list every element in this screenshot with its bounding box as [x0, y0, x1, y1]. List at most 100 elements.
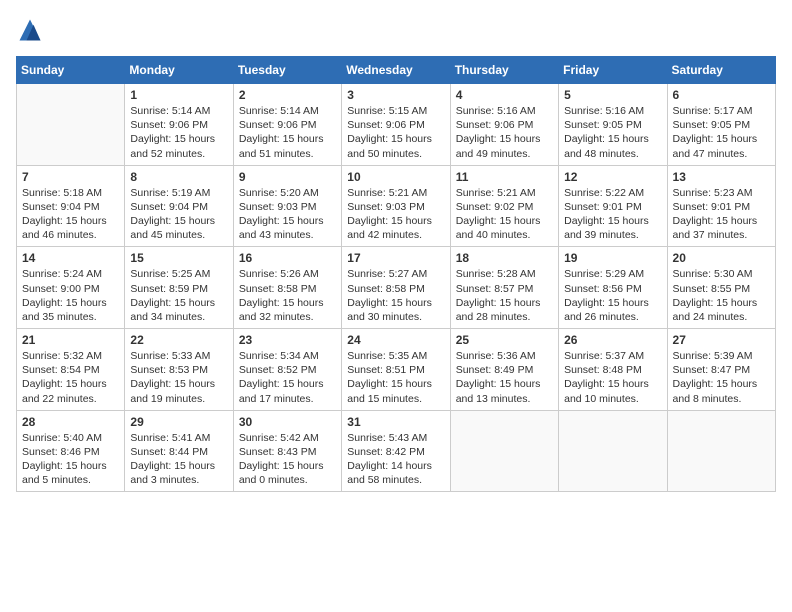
day-info: Sunrise: 5:41 AMSunset: 8:44 PMDaylight:… — [130, 431, 227, 488]
weekday-header: Thursday — [450, 57, 558, 84]
day-number: 29 — [130, 415, 227, 429]
day-number: 18 — [456, 251, 553, 265]
day-info: Sunrise: 5:33 AMSunset: 8:53 PMDaylight:… — [130, 349, 227, 406]
calendar-cell: 3 Sunrise: 5:15 AMSunset: 9:06 PMDaylight… — [342, 84, 450, 166]
calendar-cell: 24Sunrise: 5:35 AMSunset: 8:51 PMDayligh… — [342, 329, 450, 411]
calendar-cell: 13 Sunrise: 5:23 AMSunset: 9:01 PMDayligh… — [667, 165, 775, 247]
calendar-cell: 4 Sunrise: 5:16 AMSunset: 9:06 PMDaylight… — [450, 84, 558, 166]
day-info: Sunrise: 5:26 AMSunset: 8:58 PMDaylight:… — [239, 267, 336, 324]
day-info: Sunrise: 5:37 AMSunset: 8:48 PMDaylight:… — [564, 349, 661, 406]
calendar-cell: 6 Sunrise: 5:17 AMSunset: 9:05 PMDaylight… — [667, 84, 775, 166]
weekday-header: Tuesday — [233, 57, 341, 84]
day-number: 30 — [239, 415, 336, 429]
calendar-cell: 1 Sunrise: 5:14 AMSunset: 9:06 PMDaylight… — [125, 84, 233, 166]
day-number: 26 — [564, 333, 661, 347]
day-info: Sunrise: 5:36 AMSunset: 8:49 PMDaylight:… — [456, 349, 553, 406]
calendar-cell: 11 Sunrise: 5:21 AMSunset: 9:02 PMDayligh… — [450, 165, 558, 247]
day-info: Sunrise: 5:16 AMSunset: 9:06 PMDaylight:… — [456, 104, 553, 161]
day-number: 16 — [239, 251, 336, 265]
day-number: 3 — [347, 88, 444, 102]
day-number: 11 — [456, 170, 553, 184]
day-info: Sunrise: 5:14 AMSunset: 9:06 PMDaylight:… — [130, 104, 227, 161]
day-number: 12 — [564, 170, 661, 184]
day-info: Sunrise: 5:22 AMSunset: 9:01 PMDaylight:… — [564, 186, 661, 243]
day-number: 2 — [239, 88, 336, 102]
day-number: 4 — [456, 88, 553, 102]
day-info: Sunrise: 5:21 AMSunset: 9:02 PMDaylight:… — [456, 186, 553, 243]
day-info: Sunrise: 5:15 AMSunset: 9:06 PMDaylight:… — [347, 104, 444, 161]
day-number: 24 — [347, 333, 444, 347]
calendar-cell: 7Sunrise: 5:18 AMSunset: 9:04 PMDaylight… — [17, 165, 125, 247]
calendar-cell: 25 Sunrise: 5:36 AMSunset: 8:49 PMDayligh… — [450, 329, 558, 411]
calendar-cell — [559, 410, 667, 492]
logo-icon — [16, 16, 44, 44]
day-number: 8 — [130, 170, 227, 184]
day-info: Sunrise: 5:30 AMSunset: 8:55 PMDaylight:… — [673, 267, 770, 324]
calendar-table: SundayMondayTuesdayWednesdayThursdayFrid… — [16, 56, 776, 492]
calendar-cell: 29 Sunrise: 5:41 AMSunset: 8:44 PMDayligh… — [125, 410, 233, 492]
day-info: Sunrise: 5:32 AMSunset: 8:54 PMDaylight:… — [22, 349, 119, 406]
weekday-header: Friday — [559, 57, 667, 84]
day-info: Sunrise: 5:42 AMSunset: 8:43 PMDaylight:… — [239, 431, 336, 488]
day-number: 15 — [130, 251, 227, 265]
calendar-cell: 17 Sunrise: 5:27 AMSunset: 8:58 PMDayligh… — [342, 247, 450, 329]
calendar-cell — [17, 84, 125, 166]
day-info: Sunrise: 5:25 AMSunset: 8:59 PMDaylight:… — [130, 267, 227, 324]
day-number: 14 — [22, 251, 119, 265]
calendar-cell: 27Sunrise: 5:39 AMSunset: 8:47 PMDayligh… — [667, 329, 775, 411]
weekday-header: Monday — [125, 57, 233, 84]
calendar-cell: 19Sunrise: 5:29 AMSunset: 8:56 PMDayligh… — [559, 247, 667, 329]
day-info: Sunrise: 5:24 AMSunset: 9:00 PMDaylight:… — [22, 267, 119, 324]
calendar-header-row: SundayMondayTuesdayWednesdayThursdayFrid… — [17, 57, 776, 84]
day-number: 31 — [347, 415, 444, 429]
calendar-cell — [450, 410, 558, 492]
calendar-cell: 12 Sunrise: 5:22 AMSunset: 9:01 PMDayligh… — [559, 165, 667, 247]
weekday-header: Saturday — [667, 57, 775, 84]
page-header — [16, 16, 776, 44]
calendar-cell: 18 Sunrise: 5:28 AMSunset: 8:57 PMDayligh… — [450, 247, 558, 329]
calendar-cell: 5 Sunrise: 5:16 AMSunset: 9:05 PMDaylight… — [559, 84, 667, 166]
day-number: 17 — [347, 251, 444, 265]
day-info: Sunrise: 5:19 AMSunset: 9:04 PMDaylight:… — [130, 186, 227, 243]
calendar-cell: 2 Sunrise: 5:14 AMSunset: 9:06 PMDaylight… — [233, 84, 341, 166]
day-number: 25 — [456, 333, 553, 347]
calendar-cell: 20 Sunrise: 5:30 AMSunset: 8:55 PMDayligh… — [667, 247, 775, 329]
calendar-cell: 10Sunrise: 5:21 AMSunset: 9:03 PMDayligh… — [342, 165, 450, 247]
day-info: Sunrise: 5:14 AMSunset: 9:06 PMDaylight:… — [239, 104, 336, 161]
calendar-cell: 16 Sunrise: 5:26 AMSunset: 8:58 PMDayligh… — [233, 247, 341, 329]
logo — [16, 16, 48, 44]
day-number: 22 — [130, 333, 227, 347]
day-info: Sunrise: 5:16 AMSunset: 9:05 PMDaylight:… — [564, 104, 661, 161]
day-info: Sunrise: 5:20 AMSunset: 9:03 PMDaylight:… — [239, 186, 336, 243]
day-info: Sunrise: 5:17 AMSunset: 9:05 PMDaylight:… — [673, 104, 770, 161]
day-info: Sunrise: 5:23 AMSunset: 9:01 PMDaylight:… — [673, 186, 770, 243]
day-number: 6 — [673, 88, 770, 102]
day-number: 9 — [239, 170, 336, 184]
day-info: Sunrise: 5:43 AMSunset: 8:42 PMDaylight:… — [347, 431, 444, 488]
calendar-cell: 22 Sunrise: 5:33 AMSunset: 8:53 PMDayligh… — [125, 329, 233, 411]
calendar-cell: 9 Sunrise: 5:20 AMSunset: 9:03 PMDaylight… — [233, 165, 341, 247]
day-number: 5 — [564, 88, 661, 102]
day-number: 10 — [347, 170, 444, 184]
day-info: Sunrise: 5:40 AMSunset: 8:46 PMDaylight:… — [22, 431, 119, 488]
day-number: 13 — [673, 170, 770, 184]
calendar-cell: 21Sunrise: 5:32 AMSunset: 8:54 PMDayligh… — [17, 329, 125, 411]
day-info: Sunrise: 5:34 AMSunset: 8:52 PMDaylight:… — [239, 349, 336, 406]
day-number: 20 — [673, 251, 770, 265]
calendar-week-row: 1 Sunrise: 5:14 AMSunset: 9:06 PMDaylight… — [17, 84, 776, 166]
day-number: 7 — [22, 170, 119, 184]
calendar-week-row: 7Sunrise: 5:18 AMSunset: 9:04 PMDaylight… — [17, 165, 776, 247]
calendar-cell: 30 Sunrise: 5:42 AMSunset: 8:43 PMDayligh… — [233, 410, 341, 492]
day-number: 23 — [239, 333, 336, 347]
calendar-cell: 8 Sunrise: 5:19 AMSunset: 9:04 PMDaylight… — [125, 165, 233, 247]
day-number: 1 — [130, 88, 227, 102]
calendar-week-row: 28Sunrise: 5:40 AMSunset: 8:46 PMDayligh… — [17, 410, 776, 492]
weekday-header: Sunday — [17, 57, 125, 84]
calendar-week-row: 14 Sunrise: 5:24 AMSunset: 9:00 PMDayligh… — [17, 247, 776, 329]
calendar-cell: 23 Sunrise: 5:34 AMSunset: 8:52 PMDayligh… — [233, 329, 341, 411]
day-info: Sunrise: 5:27 AMSunset: 8:58 PMDaylight:… — [347, 267, 444, 324]
calendar-cell: 28Sunrise: 5:40 AMSunset: 8:46 PMDayligh… — [17, 410, 125, 492]
day-number: 19 — [564, 251, 661, 265]
calendar-week-row: 21Sunrise: 5:32 AMSunset: 8:54 PMDayligh… — [17, 329, 776, 411]
day-info: Sunrise: 5:28 AMSunset: 8:57 PMDaylight:… — [456, 267, 553, 324]
